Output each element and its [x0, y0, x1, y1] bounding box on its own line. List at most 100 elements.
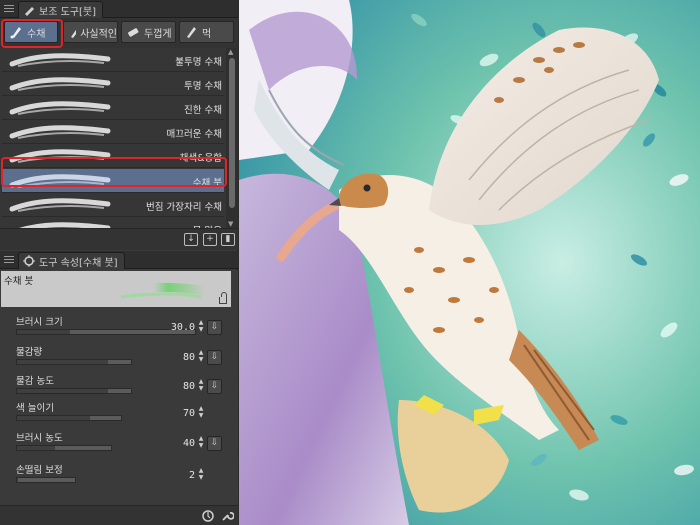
artwork-canvas[interactable]: [239, 0, 700, 525]
slider-fill: [17, 360, 109, 364]
scroll-up-icon[interactable]: ▲: [228, 48, 233, 56]
watercolor-illustration: [239, 0, 700, 525]
subtool-group-watercolor[interactable]: 수채: [4, 21, 58, 43]
property-slider[interactable]: [16, 388, 132, 394]
brush-preview: 수채 붓: [1, 271, 231, 307]
brush-name: 채색&융합: [179, 153, 222, 164]
realistic-brush-icon: [71, 29, 77, 38]
brush-icon: [25, 7, 34, 16]
subtool-group-realistic[interactable]: 사실적인: [63, 21, 118, 43]
reset-icon[interactable]: [201, 509, 215, 523]
scrollbar-thumb[interactable]: [229, 58, 235, 208]
subtool-group-thick[interactable]: 두껍게: [121, 21, 176, 43]
brush-stroke-thumbnail: [9, 149, 111, 163]
subtool-group-label: 먹: [202, 28, 212, 40]
dynamics-settings-icon[interactable]: ⇩: [207, 350, 222, 365]
subtool-group-label: 사실적인: [80, 28, 117, 40]
brush-list-item[interactable]: 수채 붓: [2, 169, 224, 193]
scroll-down-icon[interactable]: ▼: [228, 220, 233, 228]
brush-list-item[interactable]: 물 많음: [2, 217, 224, 228]
property-row: 브러시 농도 40 ▲ ▼ ⇩: [0, 428, 238, 458]
preview-brush-name: 수채 붓: [4, 276, 34, 287]
panel-menu-icon[interactable]: [4, 254, 14, 264]
brush-name: 매끄러운 수채: [166, 129, 222, 140]
download-subtool-icon[interactable]: ↓: [184, 233, 198, 246]
property-label: 물감량: [16, 347, 43, 358]
property-value[interactable]: 80: [155, 381, 195, 392]
brush-name: 진한 수채: [184, 105, 222, 116]
property-row: 색 늘이기 70 ▲ ▼: [0, 398, 238, 428]
brush-list-item[interactable]: 투명 수채: [2, 72, 224, 96]
brush-stroke-thumbnail: [9, 101, 111, 115]
brush-name: 불투명 수채: [175, 57, 222, 68]
property-value[interactable]: 30.0: [155, 322, 195, 333]
tab-tool-property[interactable]: 도구 속성[수채 붓]: [18, 252, 125, 269]
brush-stroke-thumbnail: [9, 77, 111, 91]
property-value[interactable]: 70: [155, 408, 195, 419]
spin-arrows-icon[interactable]: ▲ ▼: [197, 435, 205, 451]
subtool-tab-label: 보조 도구[붓]: [39, 6, 96, 18]
watercolor-brush-icon: [10, 27, 21, 39]
brush-list: 불투명 수채투명 수채진한 수채매끄러운 수채채색&융합수채 붓번짐 가장자리 …: [0, 48, 226, 228]
thick-paint-icon: [128, 28, 139, 37]
brush-name: 투명 수채: [184, 81, 222, 92]
trash-icon[interactable]: ▮: [221, 233, 235, 246]
property-label: 브러시 크기: [16, 317, 63, 328]
property-value[interactable]: 80: [155, 352, 195, 363]
property-value[interactable]: 40: [155, 438, 195, 449]
property-row: 물감 농도 80 ▲ ▼ ⇩: [0, 371, 238, 401]
subtool-group-bar: 수채 사실적인 두껍게 먹: [0, 18, 238, 48]
property-slider[interactable]: [16, 445, 112, 451]
brush-list-item[interactable]: 채색&융합: [2, 144, 224, 168]
spin-arrows-icon[interactable]: ▲ ▼: [197, 349, 205, 365]
slider-fill: [17, 389, 109, 393]
lock-icon[interactable]: [219, 292, 227, 304]
brush-list-item[interactable]: 번짐 가장자리 수채: [2, 193, 224, 217]
brush-list-item[interactable]: 불투명 수채: [2, 48, 224, 72]
brush-stroke-thumbnail: [9, 53, 111, 67]
property-row: 물감량 80 ▲ ▼ ⇩: [0, 342, 238, 372]
panel-menu-icon[interactable]: [4, 3, 14, 13]
property-label: 손떨림 보정: [16, 465, 63, 476]
property-value[interactable]: 2: [155, 470, 195, 481]
subtool-panel-header: 보조 도구[붓]: [0, 0, 238, 18]
brush-list-toolbar: ↓ + ▮: [0, 228, 238, 250]
subtool-group-label: 두껍게: [144, 28, 172, 40]
brush-stroke-thumbnail: [9, 174, 111, 188]
spin-arrows-icon[interactable]: ▲ ▼: [197, 378, 205, 394]
property-label: 물감 농도: [16, 376, 54, 387]
slider-fill: [17, 446, 55, 450]
brush-list-scrollbar[interactable]: ▲ ▼: [226, 48, 238, 228]
property-tab-label: 도구 속성[수채 붓]: [39, 257, 118, 269]
property-label: 브러시 농도: [16, 433, 63, 444]
spin-arrows-icon[interactable]: ▲ ▼: [197, 319, 205, 335]
slider-fill: [17, 416, 90, 420]
brush-stroke-thumbnail: [18, 222, 111, 228]
duplicate-subtool-icon[interactable]: +: [203, 233, 217, 246]
property-panel-header: 도구 속성[수채 붓]: [0, 251, 238, 269]
property-slider[interactable]: [16, 415, 122, 421]
ink-brush-icon: [187, 27, 196, 38]
dynamics-settings-icon[interactable]: ⇩: [207, 436, 222, 451]
brush-name: 수채 붓: [192, 178, 222, 189]
spin-arrows-icon[interactable]: ▲ ▼: [197, 467, 205, 483]
brush-stroke-preview: [106, 282, 211, 299]
spin-arrows-icon[interactable]: ▲ ▼: [197, 405, 205, 421]
slider-fill: [17, 330, 71, 334]
brush-stroke-thumbnail: [9, 198, 111, 212]
property-row: 손떨림 보정 2 ▲ ▼: [0, 460, 238, 490]
slider-fill: [17, 478, 19, 482]
dynamics-settings-icon[interactable]: ⇩: [207, 379, 222, 394]
tab-subtool-brush[interactable]: 보조 도구[붓]: [18, 1, 103, 18]
left-panel: 보조 도구[붓] 수채 사실적인 두껍게 먹 불투명 수채투명 수채진한 수채매…: [0, 0, 238, 525]
property-slider[interactable]: [16, 477, 76, 483]
brush-list-item[interactable]: 진한 수채: [2, 96, 224, 120]
property-panel-footer: [0, 505, 238, 525]
subtool-group-ink[interactable]: 먹: [179, 21, 234, 43]
tool-property-icon: [23, 255, 35, 267]
dynamics-settings-icon[interactable]: ⇩: [207, 320, 222, 335]
brush-list-item[interactable]: 매끄러운 수채: [2, 120, 224, 144]
brush-name: 번짐 가장자리 수채: [146, 202, 222, 213]
property-slider[interactable]: [16, 359, 132, 365]
wrench-icon[interactable]: [220, 509, 234, 523]
